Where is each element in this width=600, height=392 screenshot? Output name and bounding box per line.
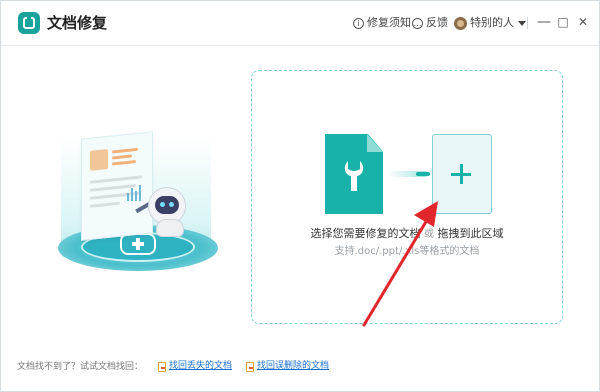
- minimize-button[interactable]: —: [535, 13, 553, 31]
- drop-hint-drag: 拖拽到此区域: [437, 227, 504, 240]
- recover-lost-label: 找回丢失的文档: [169, 361, 233, 371]
- drop-hint: 选择您需要修复的文档 或 拖拽到此区域: [252, 226, 562, 243]
- recovery-prompt: 文档找不到了？试试文档找回：: [17, 362, 144, 372]
- document-illustration: [81, 131, 153, 241]
- app-logo-icon: [18, 12, 40, 34]
- file-recover-icon: [246, 361, 254, 372]
- add-file-button[interactable]: [432, 134, 492, 214]
- recover-deleted-link[interactable]: 找回误删除的文档: [246, 360, 329, 373]
- file-recover-icon: [158, 361, 166, 372]
- drop-hint-or: 或: [424, 229, 434, 240]
- titlebar-separator: [1, 45, 599, 46]
- robot-body-decoration: [156, 219, 184, 237]
- close-button[interactable]: ✕: [574, 13, 592, 31]
- help-button[interactable]: i 修复须知: [353, 15, 411, 31]
- drop-hint-select: 选择您需要修复的文档: [310, 227, 421, 240]
- plus-icon-bar: [451, 173, 471, 176]
- connector-dash-decoration: [416, 172, 430, 176]
- feedback-label: 反馈: [426, 16, 448, 29]
- recover-deleted-label: 找回误删除的文档: [257, 361, 330, 371]
- file-drop-zone[interactable]: 选择您需要修复的文档 或 拖拽到此区域 支持.doc/.ppt/.xls等格式的…: [251, 70, 563, 327]
- feedback-button[interactable]: … 反馈: [412, 15, 448, 31]
- platform-plus-icon: [120, 233, 156, 255]
- supported-formats-text: 支持.doc/.ppt/.xls等格式的文档: [334, 246, 480, 257]
- user-menu[interactable]: 特别的人: [454, 15, 526, 31]
- avatar: [454, 16, 467, 30]
- app-window: 文档修复 i 修复须知 … 反馈 特别的人 — □ ✕ 选择您需要修复的文档 或…: [0, 0, 600, 392]
- recover-lost-link[interactable]: 找回丢失的文档: [158, 360, 232, 373]
- chat-bubble-icon: …: [412, 17, 423, 29]
- titlebar-divider: [527, 17, 528, 29]
- title-bar: 文档修复 i 修复须知 … 反馈 特别的人 — □ ✕: [1, 1, 599, 45]
- info-icon: i: [353, 17, 364, 29]
- help-label: 修复须知: [367, 16, 411, 29]
- hero-illustration: [53, 97, 223, 282]
- maximize-button[interactable]: □: [554, 13, 572, 31]
- chevron-down-icon: [518, 20, 526, 26]
- wrench-icon: [344, 161, 364, 191]
- user-name: 特别的人: [470, 16, 514, 29]
- app-title: 文档修复: [47, 14, 108, 32]
